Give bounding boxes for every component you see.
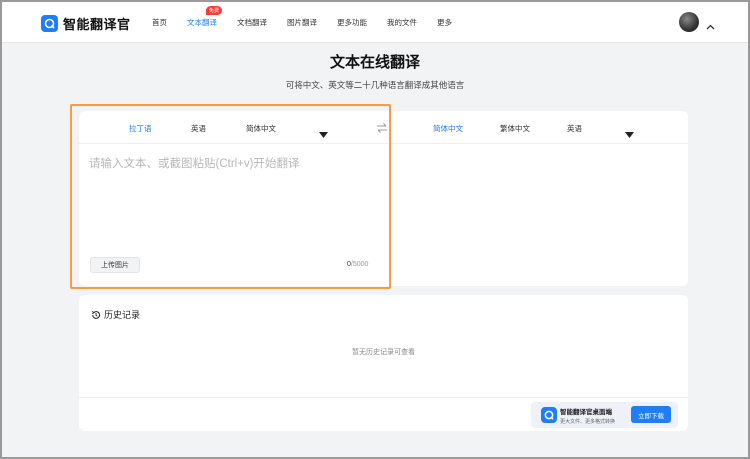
nav-more[interactable]: 更多	[437, 17, 452, 28]
download-button[interactable]: 立即下载	[631, 406, 671, 423]
char-counter: 0/5000	[347, 261, 368, 268]
history-icon	[91, 310, 101, 320]
main-nav: 首页 文本翻译 免费 文档翻译 图片翻译 更多功能 我的文件 更多	[152, 2, 472, 43]
source-text-input[interactable]: 请输入文本、或截图粘贴(Ctrl+v)开始翻译	[89, 155, 379, 255]
history-divider	[79, 397, 688, 398]
language-bar: 拉丁语 英语 简体中文 简体中文 繁体中文 英语	[79, 111, 688, 144]
top-header: 智能翻译官 首页 文本翻译 免费 文档翻译 图片翻译 更多功能 我的文件 更多	[2, 2, 748, 43]
history-panel: 历史记录 暂无历史记录可查看 智能翻译官桌面端 更大文件、更多格式转换 立即下载	[79, 295, 688, 431]
logo[interactable]: 智能翻译官	[41, 13, 131, 33]
nav-text-translate[interactable]: 文本翻译 免费	[187, 6, 223, 28]
chevron-up-icon[interactable]	[706, 17, 715, 35]
target-lang-traditional[interactable]: 繁体中文	[500, 123, 530, 134]
nav-my-files[interactable]: 我的文件	[387, 17, 417, 28]
target-lang-chinese[interactable]: 简体中文	[433, 123, 463, 134]
source-lang-latin[interactable]: 拉丁语	[129, 123, 152, 134]
upload-image-button[interactable]: 上传图片	[90, 257, 140, 273]
translate-panel: 拉丁语 英语 简体中文 简体中文 繁体中文 英语 请输入文本、或截图粘贴(Ctr…	[79, 111, 688, 286]
logo-text: 智能翻译官	[63, 16, 131, 32]
free-badge: 免费	[206, 6, 223, 15]
nav-more-features[interactable]: 更多功能	[337, 17, 367, 28]
nav-home[interactable]: 首页	[152, 17, 167, 28]
char-count-limit: /5000	[350, 261, 369, 268]
page-subtitle: 可将中文、英文等二十几种语言翻译成其他语言	[285, 80, 465, 90]
history-empty-text: 暂无历史记录可查看	[352, 349, 415, 356]
target-lang-dropdown-icon[interactable]	[625, 125, 634, 143]
swap-languages-icon[interactable]	[376, 121, 388, 139]
logo-icon	[41, 14, 58, 32]
desktop-app-promo: 智能翻译官桌面端 更大文件、更多格式转换 立即下载	[531, 402, 678, 428]
nav-text-translate-label: 文本翻译	[187, 18, 217, 27]
nav-doc-translate[interactable]: 文档翻译	[237, 17, 267, 28]
avatar[interactable]	[679, 12, 699, 32]
source-lang-english[interactable]: 英语	[191, 123, 206, 134]
history-header: 历史记录	[91, 308, 140, 321]
promo-title: 智能翻译官桌面端	[560, 409, 612, 416]
history-title: 历史记录	[104, 310, 141, 320]
page-title: 文本在线翻译	[329, 54, 420, 71]
nav-image-translate[interactable]: 图片翻译	[287, 17, 317, 28]
promo-subtitle: 更大文件、更多格式转换	[560, 419, 616, 425]
source-lang-chinese[interactable]: 简体中文	[246, 123, 276, 134]
app-logo-icon	[541, 407, 557, 423]
panel-divider	[390, 144, 391, 286]
source-lang-dropdown-icon[interactable]	[319, 125, 328, 143]
target-lang-english[interactable]: 英语	[567, 123, 582, 134]
